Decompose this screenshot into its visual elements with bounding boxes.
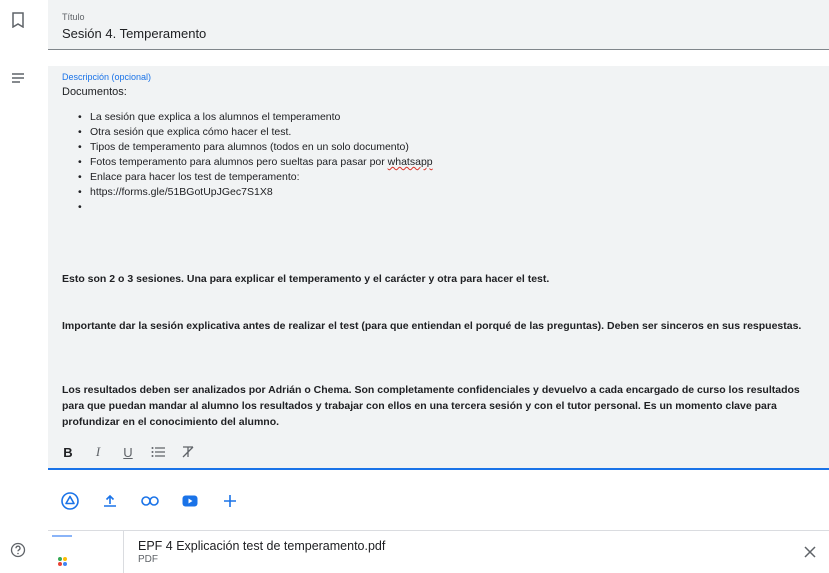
- attachment-toolbar: [56, 486, 244, 516]
- document-list: La sesión que explica a los alumnos el t…: [78, 110, 815, 215]
- title-field[interactable]: Título Sesión 4. Temperamento: [48, 0, 829, 50]
- list-item: Otra sesión que explica cómo hacer el te…: [78, 125, 815, 140]
- list-item: La sesión que explica a los alumnos el t…: [78, 110, 815, 125]
- clear-formatting-icon[interactable]: [178, 442, 198, 462]
- paragraph-results: Los resultados deben ser analizados por …: [62, 384, 800, 428]
- file-thumbnail[interactable]: [48, 530, 124, 573]
- file-type: PDF: [138, 554, 158, 565]
- title-label: Título: [62, 12, 85, 22]
- link-icon[interactable]: [136, 487, 164, 515]
- list-item: Enlace para hacer los test de temperamen…: [78, 170, 815, 185]
- description-field[interactable]: Descripción (opcional) Documentos: La se…: [48, 66, 829, 470]
- list-item: Fotos temperamento para alumnos pero sue…: [78, 155, 815, 170]
- title-bookmark-icon: [8, 10, 28, 30]
- paragraph-sessions: Esto son 2 o 3 sesiones. Una para explic…: [62, 273, 550, 285]
- list-item: Tipos de temperamento para alumnos (todo…: [78, 140, 815, 155]
- description-lines-icon: [8, 68, 28, 88]
- remove-attachment-button[interactable]: [799, 541, 821, 563]
- add-icon[interactable]: [216, 487, 244, 515]
- youtube-icon[interactable]: [176, 487, 204, 515]
- description-heading: Documentos:: [62, 86, 127, 98]
- file-info[interactable]: EPF 4 Explicación test de temperamento.p…: [124, 538, 799, 566]
- file-name[interactable]: EPF 4 Explicación test de temperamento.p…: [138, 538, 799, 554]
- title-input[interactable]: Sesión 4. Temperamento: [62, 26, 815, 42]
- list-item-text: Fotos temperamento para alumnos pero sue…: [90, 156, 388, 168]
- attachment-card[interactable]: EPF 4 Explicación test de temperamento.p…: [48, 530, 829, 573]
- italic-button[interactable]: I: [88, 442, 108, 462]
- format-toolbar: B I U: [48, 438, 829, 466]
- bulleted-list-icon[interactable]: [148, 442, 168, 462]
- upload-icon[interactable]: [96, 487, 124, 515]
- underline-button[interactable]: U: [118, 442, 138, 462]
- description-label: Descripción (opcional): [62, 72, 152, 82]
- drive-icon[interactable]: [56, 487, 84, 515]
- thumbnail-header-mark: [52, 534, 72, 537]
- thumbnail-logo-icon: [58, 556, 67, 566]
- list-item: https://forms.gle/51BGotUpJGec7S1X8: [78, 185, 815, 200]
- paragraph-importance: Importante dar la sesión explicativa ant…: [62, 320, 802, 332]
- bold-button[interactable]: B: [58, 442, 78, 462]
- misspelled-word: whatsapp: [387, 156, 433, 168]
- help-icon[interactable]: [8, 540, 28, 560]
